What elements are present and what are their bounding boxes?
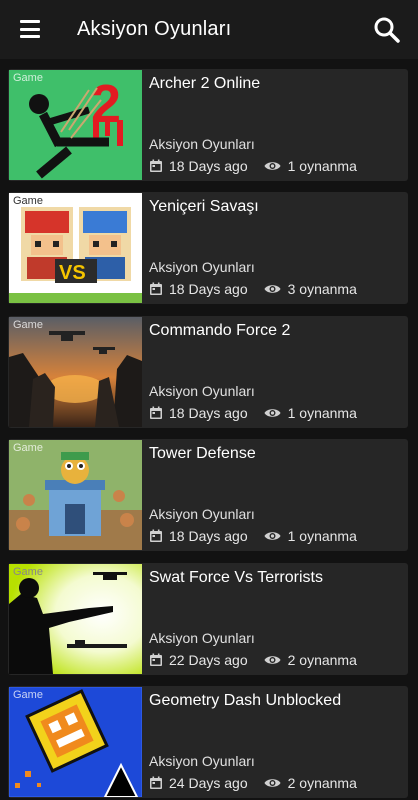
game-plays: 2 oynanma (287, 775, 357, 791)
game-plays: 1 oynanma (287, 528, 357, 544)
game-meta: 18 Days ago 1 oynanma (149, 405, 357, 421)
game-badge: Game (13, 566, 43, 578)
calendar-icon (150, 776, 162, 789)
game-category: Aksiyon Oyunları (149, 259, 255, 275)
game-meta: 18 Days ago 1 oynanma (149, 528, 357, 544)
game-thumbnail: Game (9, 317, 142, 427)
game-thumbnail: Game (9, 564, 142, 674)
game-thumbnail: Game (9, 687, 142, 797)
game-badge: Game (13, 195, 43, 207)
game-category: Aksiyon Oyunları (149, 506, 255, 522)
calendar-icon (150, 282, 162, 295)
game-thumbnail: Game (9, 440, 142, 550)
game-title[interactable]: Tower Defense (149, 445, 256, 463)
calendar-icon (150, 529, 162, 542)
app-bar: Aksiyon Oyunları (0, 0, 418, 59)
page-title: Aksiyon Oyunları (77, 18, 232, 40)
game-card-tower-defense[interactable]: Game Tower Defense Aksiyon Oyunları 18 D… (8, 439, 408, 551)
game-card-archer-2-online[interactable]: 2 Game Archer 2 Online Aksiyon Oyunları … (8, 69, 408, 181)
game-plays: 1 oynanma (287, 158, 357, 174)
game-badge: Game (13, 319, 43, 331)
game-thumbnail: VS Game (9, 193, 142, 303)
calendar-icon (150, 159, 162, 172)
game-category: Aksiyon Oyunları (149, 136, 255, 152)
calendar-icon (150, 653, 162, 666)
game-card-swat-force-vs-terrorists[interactable]: Game Swat Force Vs Terrorists Aksiyon Oy… (8, 563, 408, 675)
game-meta: 24 Days ago 2 oynanma (149, 775, 357, 791)
eye-icon (264, 409, 281, 417)
game-plays: 2 oynanma (287, 652, 357, 668)
eye-icon (264, 532, 281, 540)
game-badge: Game (13, 72, 43, 84)
game-title[interactable]: Archer 2 Online (149, 75, 260, 93)
game-category: Aksiyon Oyunları (149, 383, 255, 399)
eye-icon (264, 285, 281, 293)
game-meta: 18 Days ago 1 oynanma (149, 158, 357, 174)
svg-text:VS: VS (59, 262, 86, 284)
game-badge: Game (13, 689, 43, 701)
game-title[interactable]: Commando Force 2 (149, 322, 290, 340)
search-icon[interactable] (372, 15, 402, 45)
game-date: 18 Days ago (169, 528, 248, 544)
menu-icon[interactable] (16, 17, 44, 41)
game-meta: 22 Days ago 2 oynanma (149, 652, 357, 668)
game-plays: 1 oynanma (287, 405, 357, 421)
game-date: 24 Days ago (169, 775, 248, 791)
game-date: 18 Days ago (169, 158, 248, 174)
eye-icon (264, 162, 281, 170)
game-category: Aksiyon Oyunları (149, 753, 255, 769)
game-title[interactable]: Swat Force Vs Terrorists (149, 569, 323, 587)
game-category: Aksiyon Oyunları (149, 630, 255, 646)
game-card-geometry-dash-unblocked[interactable]: Game Geometry Dash Unblocked Aksiyon Oyu… (8, 686, 408, 798)
game-date: 18 Days ago (169, 281, 248, 297)
eye-icon (264, 779, 281, 787)
game-thumbnail: 2 Game (9, 70, 142, 180)
game-date: 18 Days ago (169, 405, 248, 421)
game-plays: 3 oynanma (287, 281, 357, 297)
eye-icon (264, 656, 281, 664)
game-meta: 18 Days ago 3 oynanma (149, 281, 357, 297)
game-date: 22 Days ago (169, 652, 248, 668)
game-card-commando-force-2[interactable]: Game Commando Force 2 Aksiyon Oyunları 1… (8, 316, 408, 428)
game-title[interactable]: Yeniçeri Savaşı (149, 198, 259, 216)
game-title[interactable]: Geometry Dash Unblocked (149, 692, 341, 710)
game-badge: Game (13, 442, 43, 454)
calendar-icon (150, 406, 162, 419)
game-card-yeniceri-savasi[interactable]: VS Game Yeniçeri Savaşı Aksiyon Oyunları… (8, 192, 408, 304)
